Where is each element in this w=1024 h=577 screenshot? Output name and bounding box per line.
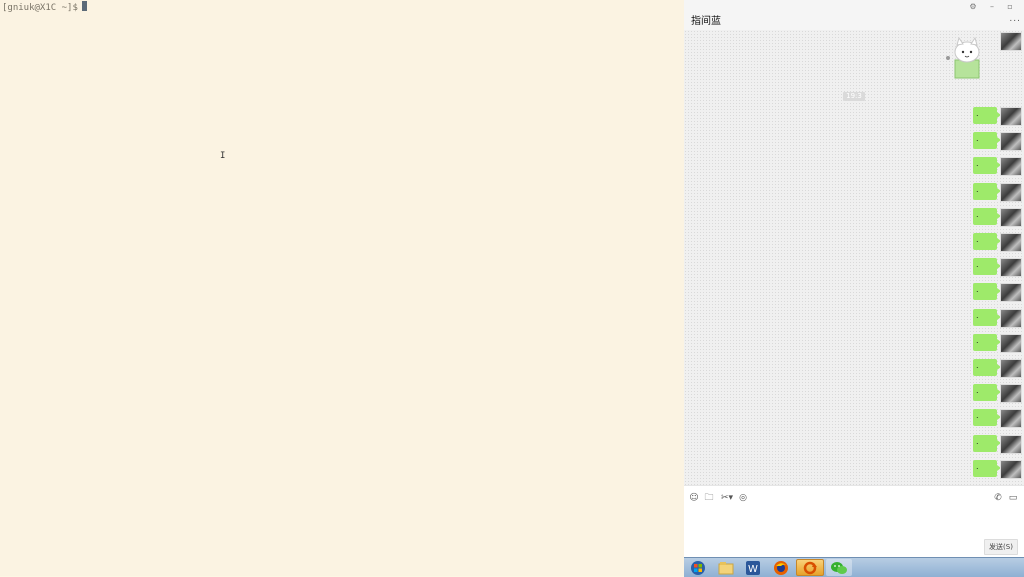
avatar[interactable] — [1000, 258, 1022, 278]
message-list[interactable]: 19:3 ............... — [684, 30, 1024, 485]
message-bubble[interactable]: . — [973, 333, 1001, 351]
terminal-window[interactable]: [gniuk@X1C ~]$ I — [0, 0, 684, 576]
chat-header: 指间蓝 ⚙ – ▫ ... — [684, 0, 1024, 30]
prompt-text: [gniuk@X1C ~]$ — [2, 3, 78, 13]
taskbar: W — [684, 557, 1024, 577]
avatar[interactable] — [1000, 283, 1022, 303]
chat-window: 指间蓝 ⚙ – ▫ ... 19:3 ............... ☺ 🗀 ✂… — [684, 0, 1024, 558]
avatar[interactable] — [1000, 384, 1022, 404]
refresh-app-icon[interactable] — [796, 559, 824, 576]
message-bubble[interactable]: . — [973, 157, 1001, 175]
avatar[interactable] — [1000, 409, 1022, 429]
message-bubble[interactable]: . — [973, 384, 1001, 402]
firefox-icon[interactable] — [769, 559, 793, 576]
message-bubble[interactable]: . — [973, 283, 1001, 301]
cat-sticker — [946, 36, 980, 79]
chat-title: 指间蓝 — [691, 16, 721, 27]
wechat-icon[interactable] — [826, 559, 852, 576]
avatar[interactable] — [1000, 132, 1022, 152]
message-bubble[interactable]: . — [973, 107, 1001, 124]
message-bubble[interactable]: . — [973, 207, 1001, 225]
gear-icon[interactable]: ⚙ — [966, 2, 980, 11]
emoji-icon[interactable]: ☺ — [688, 492, 700, 504]
svg-text:W: W — [748, 564, 758, 575]
message-bubble[interactable]: . — [973, 359, 1001, 376]
avatar[interactable] — [1000, 207, 1022, 227]
terminal-cursor — [81, 1, 87, 11]
windows-start-icon[interactable] — [686, 559, 710, 576]
avatar[interactable] — [1000, 308, 1022, 328]
terminal-prompt: [gniuk@X1C ~]$ — [2, 1, 87, 13]
text-cursor-icon: I — [220, 151, 226, 161]
avatar[interactable] — [1000, 157, 1022, 177]
maximize-icon[interactable]: ▫ — [1003, 2, 1017, 11]
avatar[interactable] — [1000, 233, 1022, 252]
avatar[interactable] — [1000, 107, 1022, 126]
message-bubble[interactable]: . — [973, 233, 1001, 250]
file-explorer-icon[interactable] — [714, 559, 738, 576]
message-bubble[interactable]: . — [973, 132, 1001, 150]
avatar[interactable] — [1000, 434, 1022, 454]
avatar[interactable] — [1000, 32, 1022, 51]
video-icon[interactable]: ▭ — [1007, 492, 1019, 504]
avatar[interactable] — [1000, 459, 1022, 479]
word-icon[interactable]: W — [741, 559, 765, 576]
folder-icon[interactable]: 🗀 — [703, 492, 715, 504]
message-bubble[interactable]: . — [973, 409, 1001, 427]
avatar[interactable] — [1000, 333, 1022, 353]
send-button[interactable]: 发送(S) — [984, 539, 1018, 555]
message-bubble[interactable]: . — [973, 258, 1001, 276]
minimize-icon[interactable]: – — [985, 2, 999, 11]
scissors-icon[interactable]: ✂▾ — [719, 492, 735, 504]
phone-icon[interactable]: ✆ — [992, 492, 1004, 504]
message-input-area[interactable]: ☺ 🗀 ✂▾ ◎ ✆ ▭ 发送(S) — [684, 485, 1024, 558]
avatar[interactable] — [1000, 359, 1022, 378]
time-separator: 19:3 — [843, 92, 865, 101]
message-bubble[interactable]: . — [973, 308, 1001, 326]
message-bubble[interactable]: . — [973, 434, 1001, 452]
message-bubble[interactable]: . — [973, 182, 1001, 200]
avatar[interactable] — [1000, 182, 1022, 202]
message-bubble[interactable]: . — [973, 459, 1001, 477]
more-icon[interactable]: ... — [1009, 14, 1021, 24]
chat-history-icon[interactable]: ◎ — [737, 492, 749, 504]
